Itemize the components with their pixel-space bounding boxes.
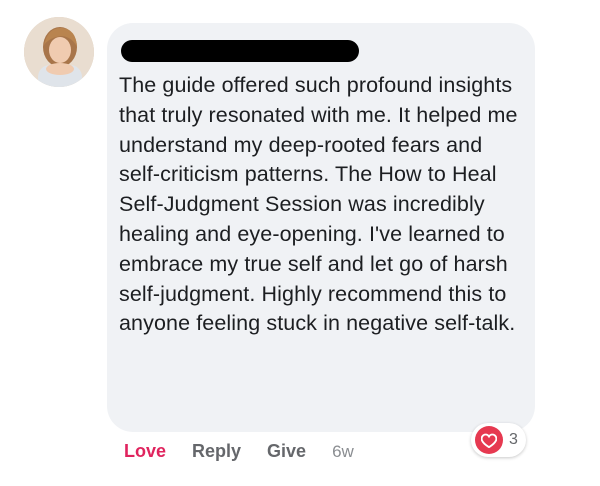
reply-button[interactable]: Reply — [192, 441, 241, 462]
comment-text: The guide offered such profound insights… — [119, 73, 518, 336]
love-button[interactable]: Love — [124, 441, 166, 462]
comment-actions: Love Reply Give 6w — [124, 441, 354, 462]
comment-bubble: The guide offered such profound insights… — [107, 23, 535, 432]
heart-icon — [475, 426, 503, 454]
comment-row: The guide offered such profound insights… — [0, 0, 600, 486]
avatar[interactable] — [24, 17, 94, 87]
reaction-summary[interactable]: 3 — [471, 423, 526, 457]
avatar-photo — [24, 17, 94, 87]
reaction-count: 3 — [509, 431, 518, 448]
author-name-redacted[interactable] — [121, 40, 359, 62]
give-button[interactable]: Give — [267, 441, 306, 462]
timestamp[interactable]: 6w — [332, 442, 354, 462]
